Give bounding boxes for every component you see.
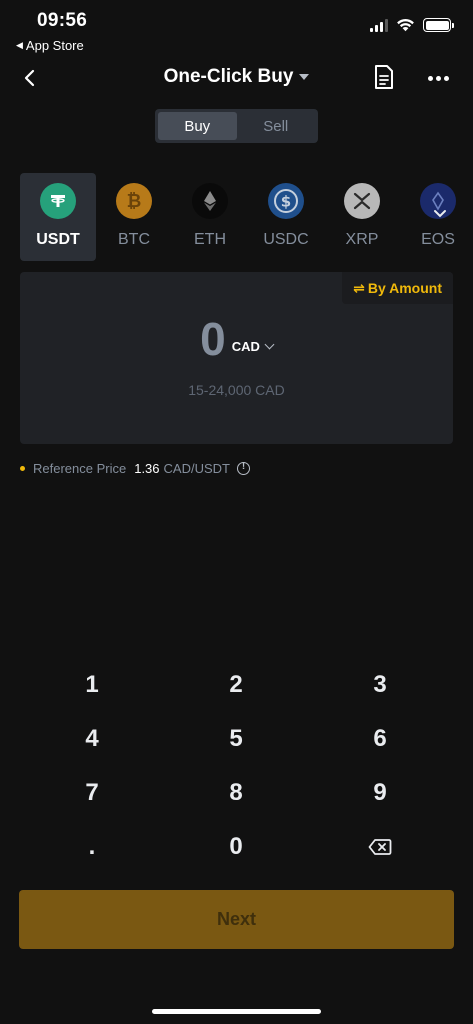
wifi-icon [397, 18, 414, 32]
currency-label: CAD [231, 339, 260, 354]
back-triangle-icon: ◀ [16, 40, 23, 50]
bitcoin-icon: ₿ [116, 183, 152, 219]
coin-label: XRP [345, 231, 379, 248]
status-bar: 09:56 ◀ App Store [0, 0, 473, 58]
bullet-dot-icon [20, 466, 25, 471]
coin-tab-usdt[interactable]: USDT [20, 173, 96, 261]
reference-price-value: 1.36 [134, 461, 160, 476]
coin-tab-eos[interactable]: EOS [400, 173, 473, 261]
amount-range: 15-24,000 CAD [188, 382, 285, 398]
amount-input[interactable]: 0 CAD [20, 314, 453, 364]
caret-down-icon [299, 74, 310, 80]
key-3[interactable]: 3 [330, 662, 430, 708]
key-decimal[interactable]: . [42, 824, 142, 870]
coin-label: USDC [263, 231, 309, 248]
coin-tab-btc[interactable]: ₿ BTC [96, 173, 172, 261]
battery-icon [423, 18, 454, 32]
xrp-icon [344, 183, 380, 219]
key-backspace[interactable] [330, 824, 430, 870]
key-5[interactable]: 5 [186, 716, 286, 762]
by-amount-label: By Amount [367, 280, 442, 296]
svg-text:$: $ [281, 193, 291, 211]
key-1[interactable]: 1 [42, 662, 142, 708]
more-options-button[interactable] [425, 64, 451, 92]
coin-label: BTC [118, 231, 150, 248]
back-to-app-link[interactable]: ◀ App Store [16, 38, 84, 53]
buy-tab[interactable]: Buy [158, 112, 237, 140]
next-button[interactable]: Next [19, 890, 454, 949]
coin-tab-eth[interactable]: ETH [172, 173, 248, 261]
reference-price: Reference Price 1.36 CAD/USDT [20, 461, 250, 476]
amount-value: 0 [200, 313, 226, 365]
chevron-down-icon [264, 339, 275, 350]
back-app-label: App Store [25, 38, 84, 53]
usdc-icon: $ [268, 183, 304, 219]
more-dot-icon [435, 75, 441, 81]
buy-sell-toggle: Buy Sell [155, 109, 318, 143]
reference-price-unit: CAD/USDT [163, 461, 230, 476]
key-8[interactable]: 8 [186, 770, 286, 816]
order-history-button[interactable] [373, 64, 399, 92]
nav-header: One-Click Buy [0, 58, 473, 100]
key-9[interactable]: 9 [330, 770, 430, 816]
key-4[interactable]: 4 [42, 716, 142, 762]
swap-arrows-icon: ⇌ [353, 279, 365, 296]
backspace-icon [368, 839, 392, 855]
by-amount-toggle[interactable]: ⇌ By Amount [342, 272, 453, 304]
info-icon[interactable] [236, 461, 250, 475]
coin-selector: USDT ₿ BTC ETH $ USDC XRP EOS [20, 173, 473, 261]
page-title: One-Click Buy [163, 66, 294, 87]
home-indicator [152, 1009, 321, 1014]
key-0[interactable]: 0 [186, 824, 286, 870]
title-dropdown[interactable]: One-Click Buy [164, 66, 310, 88]
status-time: 09:56 [37, 10, 88, 31]
more-dot-icon [443, 75, 449, 81]
coin-label: USDT [36, 231, 80, 248]
coin-label: EOS [421, 231, 455, 248]
document-icon [375, 65, 393, 89]
tether-icon [40, 183, 76, 219]
currency-selector[interactable]: CAD [231, 339, 275, 354]
coin-label: ETH [194, 231, 226, 248]
coin-tab-usdc[interactable]: $ USDC [248, 173, 324, 261]
more-dot-icon [427, 75, 433, 81]
coin-tab-xrp[interactable]: XRP [324, 173, 400, 261]
cellular-signal-icon [370, 18, 388, 32]
expand-chevron-icon[interactable] [433, 209, 447, 218]
reference-price-label: Reference Price [33, 461, 127, 476]
status-icons [370, 18, 454, 32]
amount-card: ⇌ By Amount 0 CAD 15-24,000 CAD [20, 272, 453, 444]
ethereum-icon [192, 183, 228, 219]
key-6[interactable]: 6 [330, 716, 430, 762]
key-2[interactable]: 2 [186, 662, 286, 708]
page-title-wrapper: One-Click Buy [0, 66, 473, 88]
key-7[interactable]: 7 [42, 770, 142, 816]
sell-tab[interactable]: Sell [237, 112, 316, 140]
